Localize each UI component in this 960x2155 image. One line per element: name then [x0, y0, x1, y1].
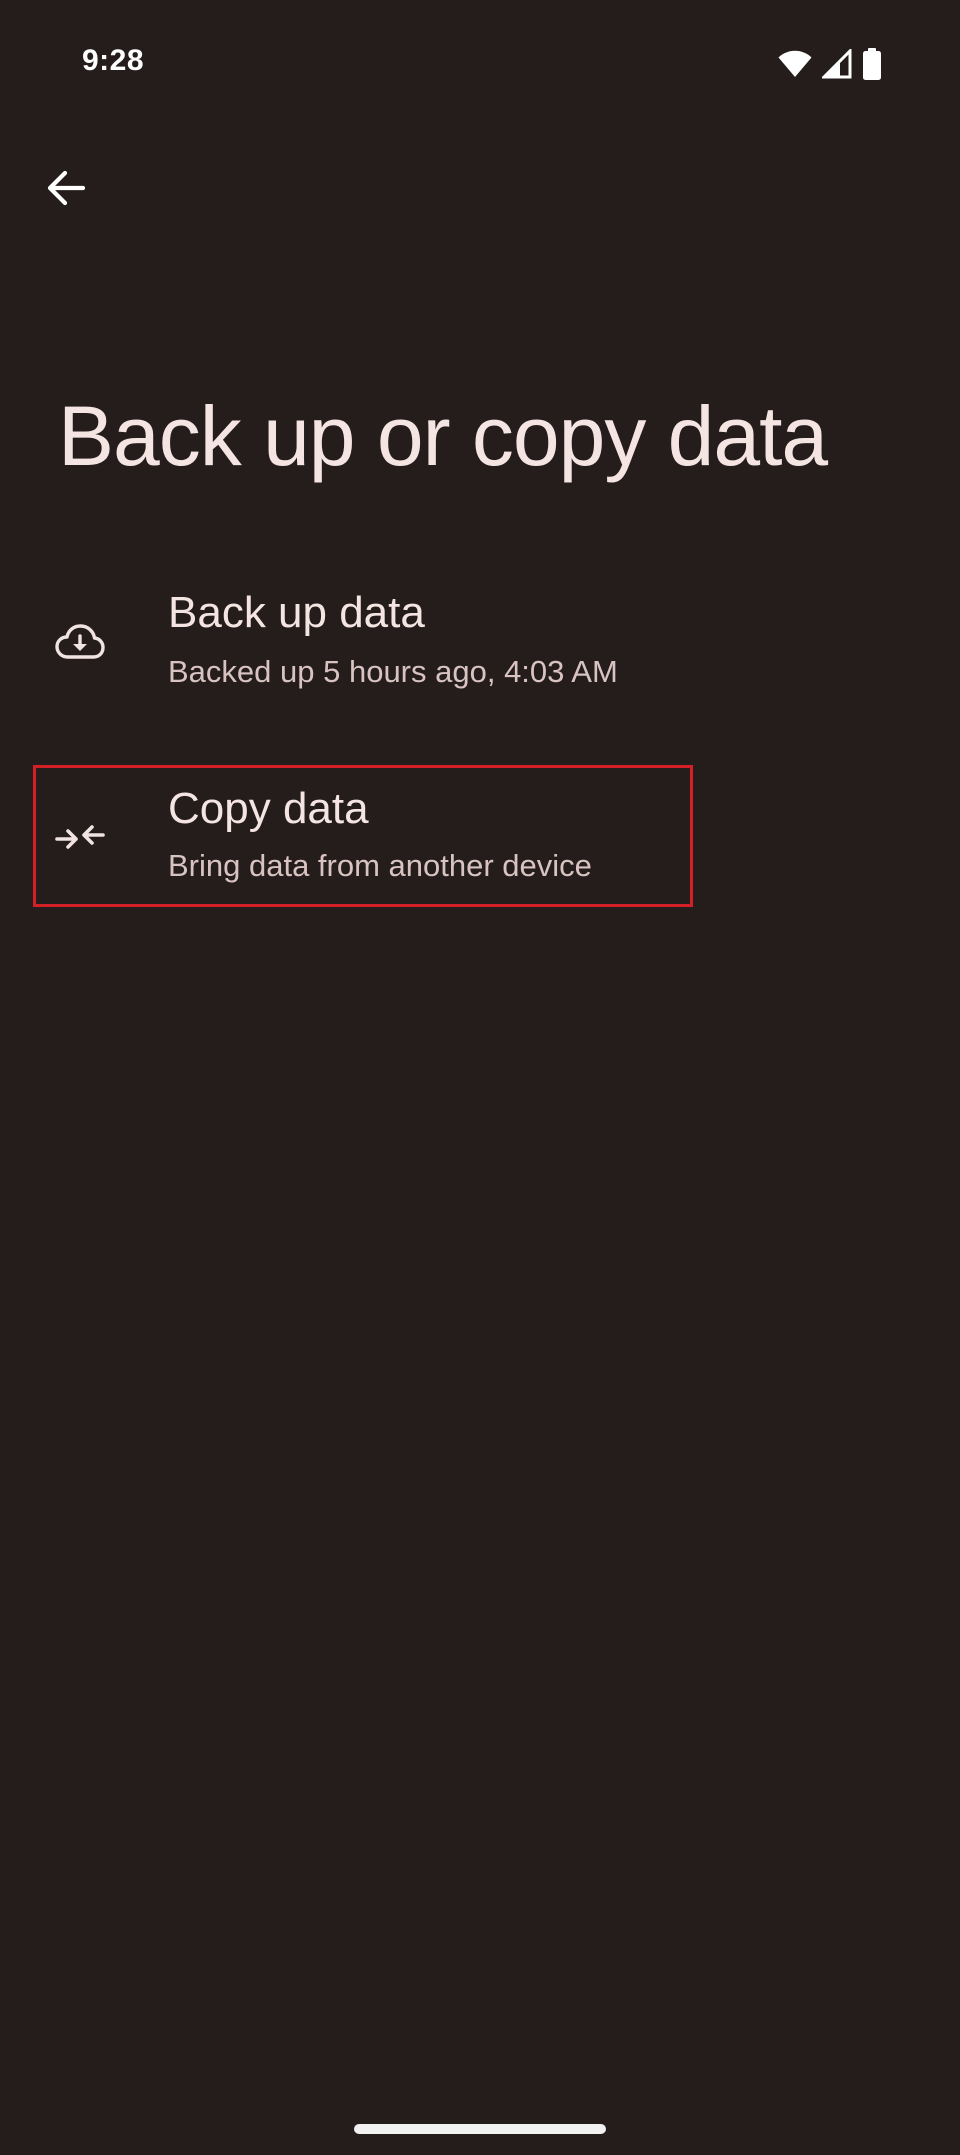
cloud-download-icon	[54, 616, 106, 668]
copy-data-item[interactable]: Copy data Bring data from another device	[33, 765, 693, 907]
wifi-icon	[778, 50, 812, 83]
status-time: 9:28	[82, 44, 145, 77]
copy-data-title: Copy data	[168, 784, 369, 833]
status-icons	[778, 47, 882, 85]
back-up-data-title: Back up data	[168, 588, 425, 637]
home-indicator[interactable]	[354, 2124, 606, 2134]
cellular-signal-icon	[820, 47, 852, 84]
status-bar: 9:28	[0, 0, 960, 130]
arrows-converge-icon	[54, 812, 106, 864]
arrow-left-icon	[45, 167, 87, 214]
copy-data-subtitle: Bring data from another device	[168, 848, 592, 883]
back-up-data-subtitle: Backed up 5 hours ago, 4:03 AM	[168, 654, 618, 689]
battery-icon	[862, 48, 882, 85]
page-title: Back up or copy data	[58, 389, 828, 483]
back-up-data-item[interactable]: Back up data Backed up 5 hours ago, 4:03…	[36, 572, 690, 708]
back-button[interactable]	[34, 158, 98, 222]
